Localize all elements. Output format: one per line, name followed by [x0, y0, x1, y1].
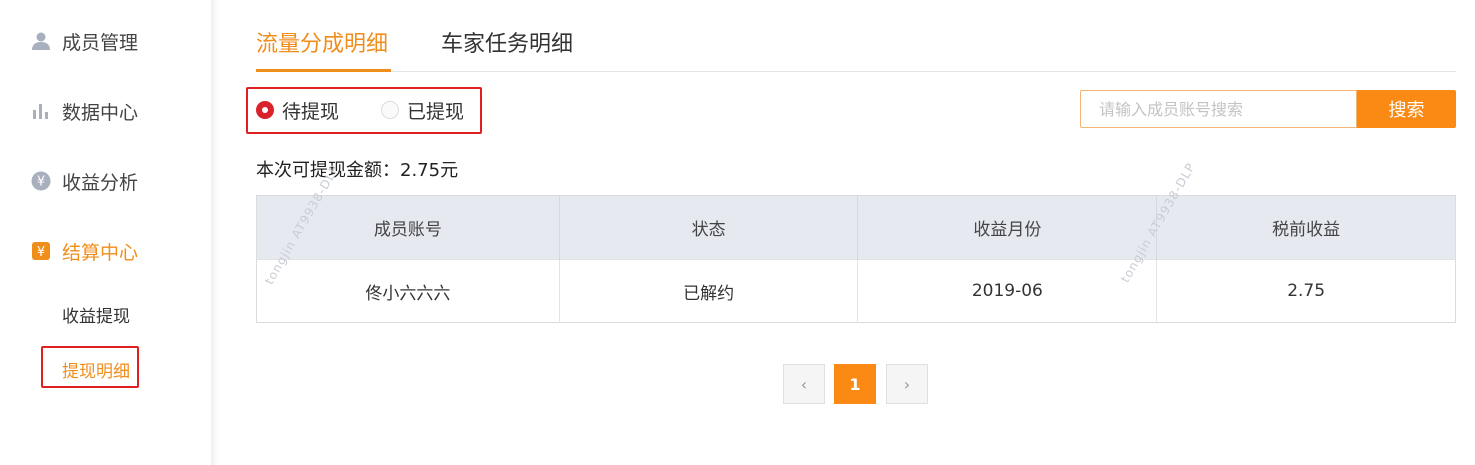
sidebar-subitem-withdraw-revenue[interactable]: 收益提现: [62, 302, 130, 327]
withdrawal-table: 成员账号 状态 收益月份 税前收益 佟小六六六 已解约 2019-06 2.75: [256, 195, 1456, 323]
sidebar: 成员管理 数据中心 ¥ 收益分析 ¥ 结算中心 收益提现 提现明细: [0, 0, 211, 465]
tab-traffic-share-details[interactable]: 流量分成明细: [256, 26, 388, 58]
radio-withdrawn[interactable]: 已提现: [381, 97, 464, 123]
svg-text:¥: ¥: [37, 175, 45, 190]
sidebar-subitem-withdraw-details[interactable]: 提现明细: [62, 357, 130, 382]
sidebar-item-settlement-center[interactable]: ¥ 结算中心: [30, 236, 138, 266]
column-header-status: 状态: [559, 195, 859, 260]
radio-pending-withdrawal[interactable]: 待提现: [256, 97, 339, 123]
settlement-icon: ¥: [30, 240, 52, 262]
user-icon: [30, 30, 52, 52]
sidebar-divider: [211, 0, 219, 465]
column-header-revenue-month: 收益月份: [857, 195, 1158, 260]
cell-revenue-month: 2019-06: [857, 259, 1158, 323]
pagination-prev-button[interactable]: ‹: [783, 364, 825, 404]
svg-text:¥: ¥: [37, 245, 45, 260]
search-input[interactable]: [1080, 90, 1357, 128]
radio-unchecked-icon: [381, 101, 399, 119]
sidebar-item-label: 数据中心: [62, 101, 139, 124]
withdrawable-amount: 本次可提现金额：2.75元: [256, 160, 459, 181]
radio-checked-icon: [256, 101, 274, 119]
radio-label: 已提现: [407, 100, 465, 123]
yen-icon: ¥: [30, 170, 52, 192]
pagination-page-1[interactable]: 1: [834, 364, 876, 404]
sidebar-item-member-management[interactable]: 成员管理: [30, 26, 138, 56]
table-header-row: 成员账号 状态 收益月份 税前收益: [256, 195, 1456, 260]
table-row: 佟小六六六 已解约 2019-06 2.75: [256, 259, 1456, 323]
search-button[interactable]: 搜索: [1357, 90, 1456, 128]
tab-bar: 流量分成明细 车家任务明细: [256, 0, 1456, 72]
cell-member-account: 佟小六六六: [256, 259, 560, 323]
tab-car-task-details[interactable]: 车家任务明细: [441, 26, 573, 58]
bar-chart-icon: [30, 100, 52, 122]
cell-status: 已解约: [559, 259, 859, 323]
cell-pretax-revenue: 2.75: [1156, 259, 1456, 323]
sidebar-item-revenue-analysis[interactable]: ¥ 收益分析: [30, 166, 138, 196]
sidebar-item-data-center[interactable]: 数据中心: [30, 96, 138, 126]
column-header-pretax-revenue: 税前收益: [1156, 195, 1456, 260]
sidebar-item-label: 收益分析: [62, 171, 139, 194]
active-tab-indicator: [256, 69, 391, 72]
sidebar-item-label: 成员管理: [62, 31, 139, 54]
sidebar-item-label: 结算中心: [62, 241, 139, 264]
radio-label: 待提现: [282, 100, 340, 123]
pagination-next-button[interactable]: ›: [886, 364, 928, 404]
